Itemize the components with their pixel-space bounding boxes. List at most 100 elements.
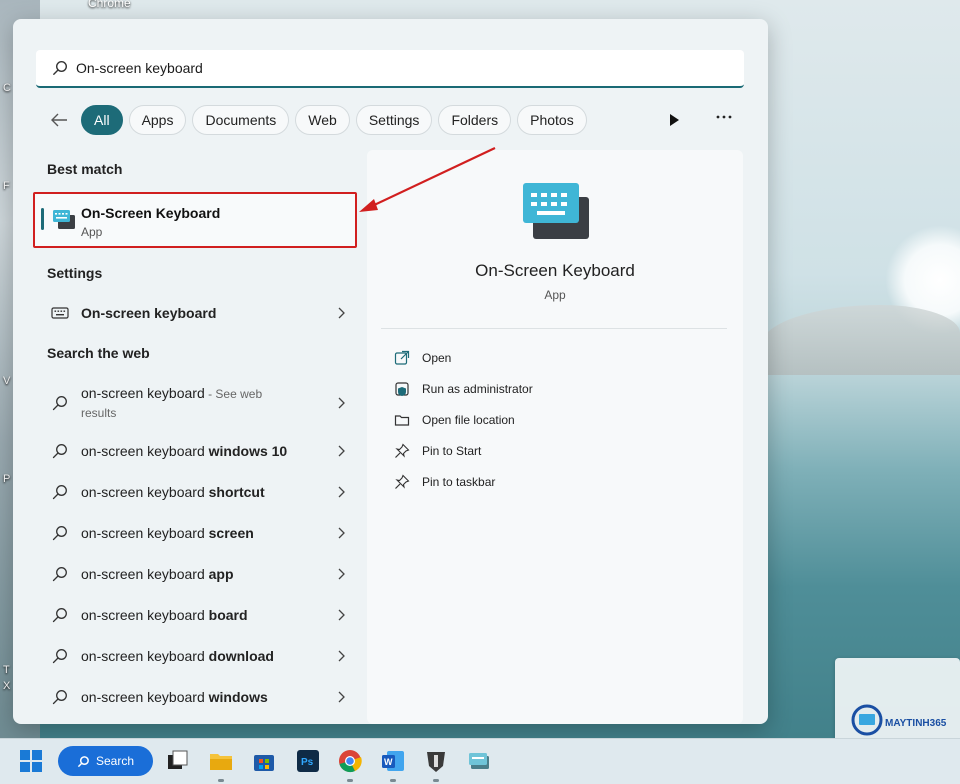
filter-bar: All Apps Documents Web Settings Folders … bbox=[43, 105, 587, 135]
web-result-text: on-screen keyboard - See web results bbox=[81, 384, 336, 422]
on-screen-keyboard-taskbar-icon[interactable] bbox=[466, 748, 492, 774]
filter-chip-photos[interactable]: Photos bbox=[517, 105, 587, 135]
search-icon bbox=[52, 444, 67, 459]
chevron-right-icon bbox=[338, 650, 345, 662]
chrome-icon[interactable] bbox=[337, 748, 363, 774]
search-web-heading: Search the web bbox=[47, 345, 150, 361]
word-icon[interactable]: W bbox=[380, 748, 406, 774]
web-result-item[interactable]: on-screen keyboard windows bbox=[51, 682, 346, 712]
more-options-button[interactable] bbox=[716, 107, 732, 128]
search-icon bbox=[52, 690, 67, 705]
web-result-see-web-line2: results bbox=[81, 406, 117, 420]
filter-chip-web[interactable]: Web bbox=[295, 105, 350, 135]
action-open-file-location[interactable]: Open file location bbox=[394, 409, 515, 431]
play-icon[interactable] bbox=[665, 111, 683, 129]
chevron-right-icon bbox=[338, 445, 345, 457]
desktop-edge-letter: X bbox=[3, 680, 11, 692]
search-box[interactable] bbox=[36, 50, 744, 88]
photoshop-icon[interactable]: Ps bbox=[295, 748, 321, 774]
task-view-icon[interactable] bbox=[165, 748, 191, 774]
web-result-item[interactable]: on-screen keyboard shortcut bbox=[51, 477, 346, 507]
desktop-edge-letter: F bbox=[3, 180, 10, 192]
action-label: Pin to taskbar bbox=[422, 475, 496, 489]
watermark-brand: MAYTINH365 bbox=[885, 718, 947, 729]
web-result-item[interactable]: on-screen keyboard screen bbox=[51, 518, 346, 548]
best-match-title: On-Screen Keyboard bbox=[81, 205, 221, 221]
filter-chip-all[interactable]: All bbox=[81, 105, 123, 135]
web-result-bold: screen bbox=[208, 525, 254, 541]
svg-text:Ps: Ps bbox=[301, 757, 314, 768]
divider bbox=[381, 328, 727, 329]
web-result-text: on-screen keyboard download bbox=[81, 647, 336, 665]
chevron-right-icon bbox=[338, 397, 345, 409]
search-input[interactable] bbox=[74, 59, 678, 77]
web-result-see-web: - See web bbox=[204, 387, 263, 401]
chevron-right-icon bbox=[338, 568, 345, 580]
file-explorer-icon[interactable] bbox=[208, 748, 234, 774]
web-result-item[interactable]: on-screen keyboard - See web results bbox=[51, 381, 346, 425]
pin-icon bbox=[395, 474, 410, 489]
desktop-edge-letter: C bbox=[3, 82, 11, 94]
wallpaper-hills bbox=[760, 305, 960, 375]
search-icon bbox=[52, 396, 67, 411]
web-result-text: on-screen keyboard windows bbox=[81, 688, 336, 706]
action-pin-to-taskbar[interactable]: Pin to taskbar bbox=[394, 471, 495, 493]
web-result-bold: download bbox=[208, 648, 274, 664]
pin-icon bbox=[395, 443, 410, 458]
web-result-text: on-screen keyboard shortcut bbox=[81, 483, 336, 501]
best-match-subtitle: App bbox=[81, 225, 103, 239]
web-result-query: on-screen keyboard bbox=[81, 607, 205, 623]
action-open[interactable]: Open bbox=[394, 347, 451, 369]
action-run-as-admin[interactable]: Run as administrator bbox=[394, 378, 533, 400]
desktop-edge-letter: P bbox=[3, 473, 11, 485]
web-result-text: on-screen keyboard windows 10 bbox=[81, 442, 336, 460]
windows-start-icon[interactable] bbox=[20, 750, 42, 772]
filter-chip-apps[interactable]: Apps bbox=[128, 105, 187, 135]
settings-item-on-screen-keyboard[interactable]: On-screen keyboard bbox=[51, 298, 346, 328]
maytinh365-logo-icon bbox=[851, 704, 883, 736]
search-icon bbox=[52, 649, 67, 664]
web-result-query: on-screen keyboard bbox=[81, 385, 205, 401]
back-button[interactable] bbox=[43, 105, 75, 135]
action-label: Open bbox=[422, 351, 452, 365]
web-result-text: on-screen keyboard board bbox=[81, 606, 336, 624]
ellipsis-icon bbox=[716, 115, 732, 119]
chevron-right-icon bbox=[338, 609, 345, 621]
details-title: On-Screen Keyboard bbox=[475, 261, 635, 280]
microsoft-store-icon[interactable] bbox=[251, 748, 277, 774]
chevron-right-icon bbox=[338, 486, 345, 498]
best-match-item[interactable]: On-Screen Keyboard App bbox=[33, 192, 357, 248]
web-result-item[interactable]: on-screen keyboard download bbox=[51, 641, 346, 671]
taskbar: Search Ps W bbox=[0, 738, 960, 784]
web-result-query: on-screen keyboard bbox=[81, 484, 205, 500]
chevron-right-icon bbox=[338, 691, 345, 703]
admin-shield-icon bbox=[395, 382, 409, 396]
filter-chip-folders[interactable]: Folders bbox=[438, 105, 512, 135]
desktop-icon-label-chrome[interactable]: Chrome bbox=[88, 0, 131, 10]
running-indicator bbox=[347, 779, 353, 782]
game-app-icon[interactable] bbox=[423, 748, 449, 774]
keyboard-app-icon bbox=[53, 210, 75, 229]
action-label: Run as administrator bbox=[422, 382, 533, 396]
best-match-heading: Best match bbox=[47, 161, 123, 177]
web-result-query: on-screen keyboard bbox=[81, 648, 205, 664]
taskbar-search-button[interactable]: Search bbox=[58, 746, 153, 776]
web-result-text: on-screen keyboard screen bbox=[81, 524, 336, 542]
keyboard-app-icon bbox=[523, 183, 589, 239]
search-panel: All Apps Documents Web Settings Folders … bbox=[13, 19, 768, 724]
web-result-item[interactable]: on-screen keyboard app bbox=[51, 559, 346, 589]
web-result-item[interactable]: on-screen keyboard windows 10 bbox=[51, 436, 346, 466]
search-icon bbox=[52, 485, 67, 500]
web-result-item[interactable]: on-screen keyboard board bbox=[51, 600, 346, 630]
web-result-bold: windows 10 bbox=[208, 443, 288, 459]
keyboard-icon bbox=[51, 307, 69, 319]
search-icon bbox=[77, 755, 89, 767]
filter-chip-documents[interactable]: Documents bbox=[192, 105, 290, 135]
settings-item-label: On-screen keyboard bbox=[81, 305, 217, 321]
running-indicator bbox=[390, 779, 396, 782]
action-pin-to-start[interactable]: Pin to Start bbox=[394, 440, 481, 462]
filter-chip-settings[interactable]: Settings bbox=[355, 105, 433, 135]
desktop-edge-letter: V bbox=[3, 375, 11, 387]
settings-heading: Settings bbox=[47, 265, 103, 281]
web-result-bold: app bbox=[208, 566, 234, 582]
